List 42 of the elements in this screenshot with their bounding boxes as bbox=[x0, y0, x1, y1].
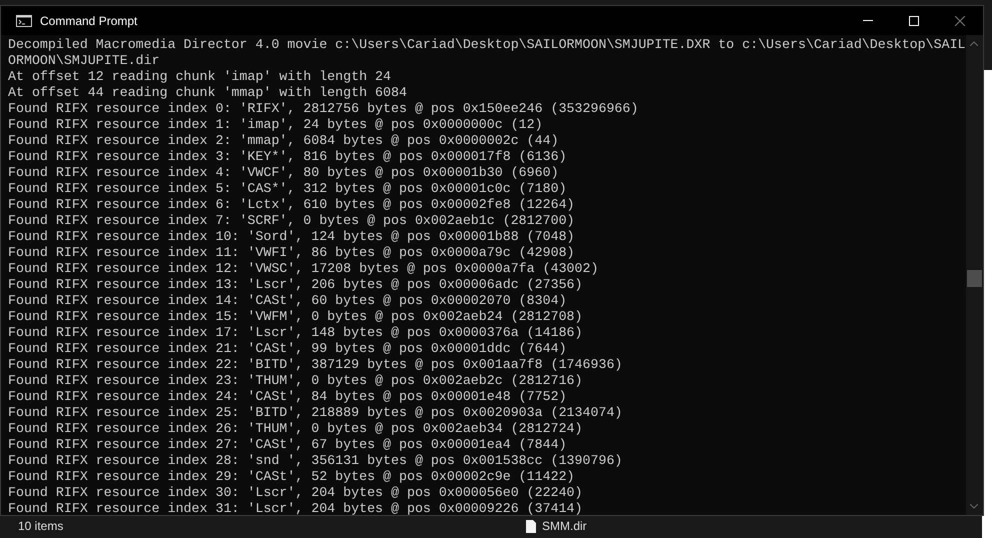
scrollbar-thumb[interactable] bbox=[967, 270, 982, 287]
console-line: Found RIFX resource index 10: 'Sord', 124 bytes @ pos 0x00001b88 (7048) bbox=[8, 229, 575, 245]
window-title: Command Prompt bbox=[40, 12, 138, 30]
console-line: Found RIFX resource index 27: 'CASt', 67 bytes @ pos 0x00001ea4 (7844) bbox=[8, 437, 567, 453]
console-line: Found RIFX resource index 28: 'snd ', 356131 bytes @ pos 0x001538cc (1390796) bbox=[8, 453, 622, 469]
console-line: ORMOON\SMJUPITE.dir bbox=[8, 53, 160, 69]
console-line: Found RIFX resource index 21: 'CASt', 99 bytes @ pos 0x00001ddc (7644) bbox=[8, 341, 567, 357]
console-line: Found RIFX resource index 3: 'KEY*', 816 bytes @ pos 0x000017f8 (6136) bbox=[8, 149, 567, 165]
console-line: Decompiled Macromedia Director 4.0 movie c:\Users\Cariad\Desktop\SAILORMOON\SMJUPITE.DXR to c:\Users\Cariad\Desktop\SAIL bbox=[8, 37, 966, 53]
console-line: Found RIFX resource index 11: 'VWFI', 86 bytes @ pos 0x0000a79c (42908) bbox=[8, 245, 575, 261]
console-line: Found RIFX resource index 29: 'CASt', 52 bytes @ pos 0x00002c9e (11422) bbox=[8, 469, 575, 485]
close-icon bbox=[955, 16, 965, 26]
scroll-up-icon bbox=[970, 41, 978, 46]
terminal-icon bbox=[16, 14, 32, 26]
console-line: Found RIFX resource index 5: 'CAS*', 312 bytes @ pos 0x00001c0c (7180) bbox=[8, 181, 567, 197]
console-line: Found RIFX resource index 23: 'THUM', 0 bytes @ pos 0x002aeb2c (2812716) bbox=[8, 373, 583, 389]
console-line: Found RIFX resource index 6: 'Lctx', 610 bytes @ pos 0x00002fe8 (12264) bbox=[8, 197, 575, 213]
maximize-icon bbox=[909, 16, 919, 26]
console-line: Found RIFX resource index 0: 'RIFX', 2812756 bytes @ pos 0x150ee246 (353296966) bbox=[8, 101, 638, 117]
console-line: Found RIFX resource index 26: 'THUM', 0 bytes @ pos 0x002aeb34 (2812724) bbox=[8, 421, 583, 437]
scrollbar[interactable] bbox=[966, 35, 983, 515]
console-line: Found RIFX resource index 13: 'Lscr', 206 bytes @ pos 0x00006adc (27356) bbox=[8, 277, 583, 293]
console-line: Found RIFX resource index 7: 'SCRF', 0 bytes @ pos 0x002aeb1c (2812700) bbox=[8, 213, 575, 229]
console-line: Found RIFX resource index 2: 'mmap', 6084 bytes @ pos 0x0000002c (44) bbox=[8, 133, 559, 149]
status-text: 10 items bbox=[18, 518, 64, 535]
console-line: Found RIFX resource index 24: 'CASt', 84 bytes @ pos 0x00001e48 (7752) bbox=[8, 389, 567, 405]
minimize-icon bbox=[863, 20, 873, 21]
scroll-down-icon bbox=[970, 504, 978, 509]
console-line: Found RIFX resource index 1: 'imap', 24 bytes @ pos 0x0000000c (12) bbox=[8, 117, 543, 133]
console-line: Found RIFX resource index 14: 'CASt', 60 bytes @ pos 0x00002070 (8304) bbox=[8, 293, 567, 309]
console-line: Found RIFX resource index 4: 'VWCF', 80 bytes @ pos 0x00001b30 (6960) bbox=[8, 165, 559, 181]
console-line: At offset 12 reading chunk 'imap' with length 24 bbox=[8, 69, 392, 85]
console-line: Found RIFX resource index 12: 'VWSC', 17208 bytes @ pos 0x0000a7fa (43002) bbox=[8, 261, 598, 277]
console-line: Found RIFX resource index 30: 'Lscr', 204 bytes @ pos 0x000056e0 (22240) bbox=[8, 485, 583, 501]
console-line: Found RIFX resource index 17: 'Lscr', 148 bytes @ pos 0x0000376a (14186) bbox=[8, 325, 583, 341]
file-icon bbox=[526, 520, 536, 532]
console-line: At offset 44 reading chunk 'mmap' with length 6084 bbox=[8, 85, 407, 101]
console-line: Found RIFX resource index 31: 'Lscr', 204 bytes @ pos 0x00009226 (37414) bbox=[8, 501, 583, 515]
console-line: Found RIFX resource index 22: 'BITD', 387129 bytes @ pos 0x001aa7f8 (1746936) bbox=[8, 357, 622, 373]
console-line: Found RIFX resource index 25: 'BITD', 218889 bytes @ pos 0x0020903a (2134074) bbox=[8, 405, 622, 421]
console-line: Found RIFX resource index 15: 'VWFM', 0 bytes @ pos 0x002aeb24 (2812708) bbox=[8, 309, 583, 325]
file-name: SMM.dir bbox=[542, 518, 587, 535]
